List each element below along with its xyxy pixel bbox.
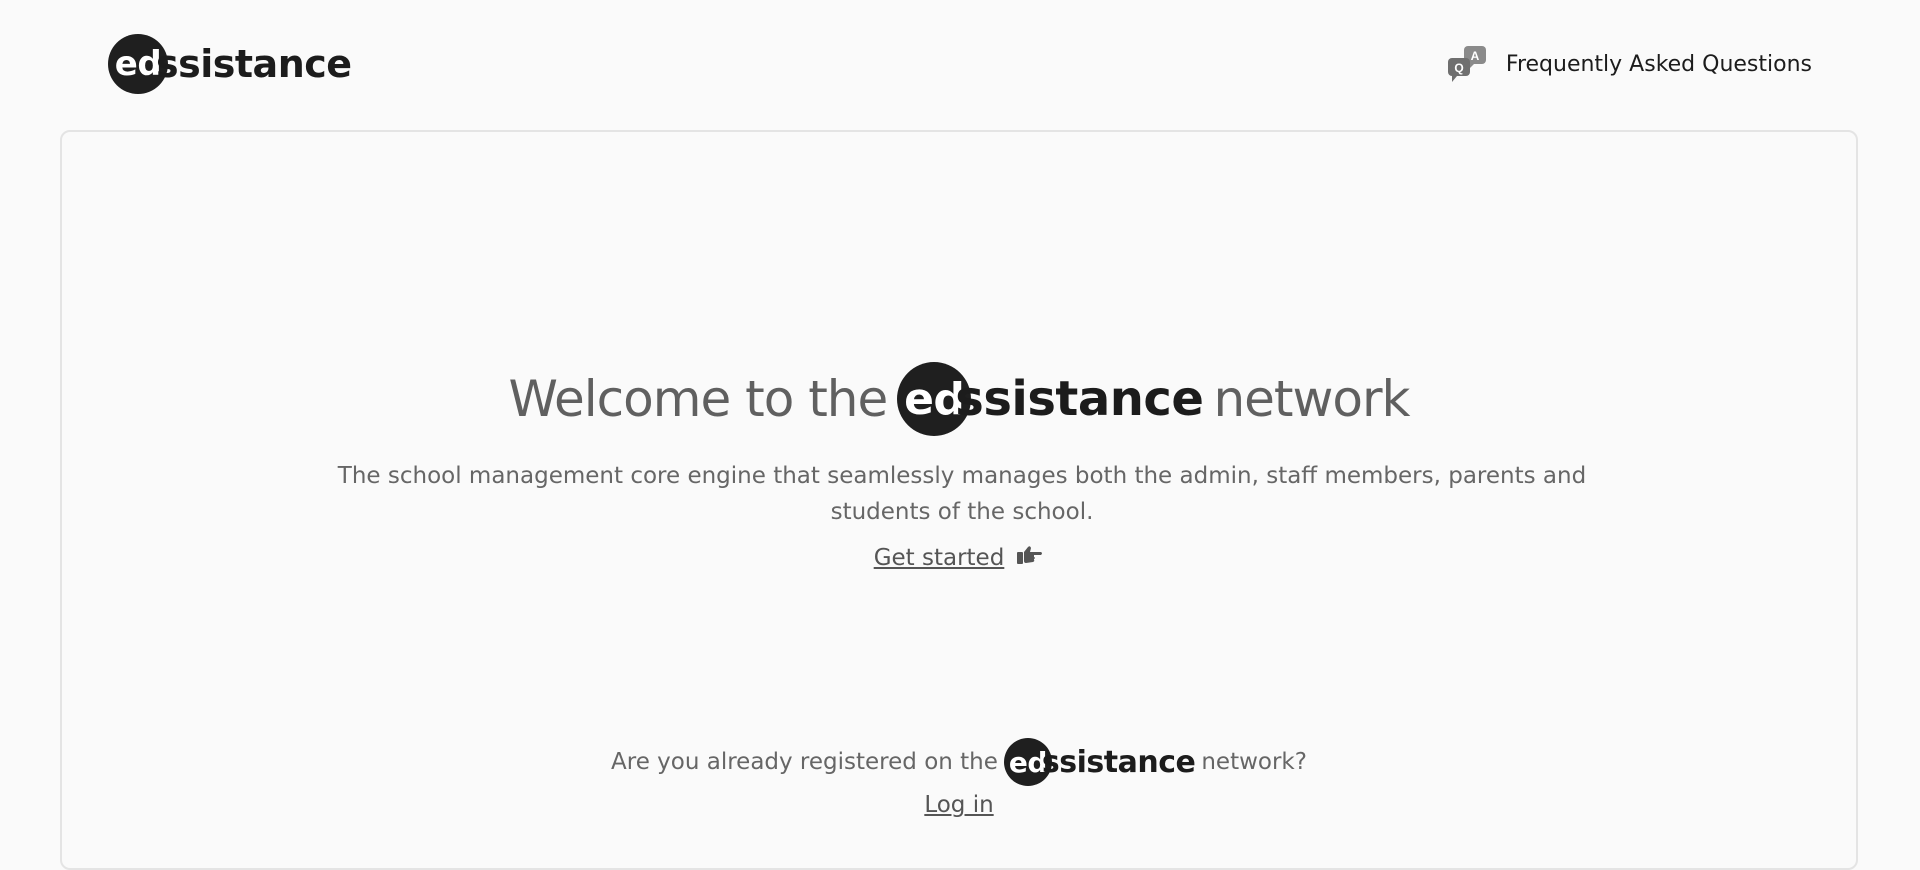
hero-logo-text: ssistance — [955, 371, 1204, 427]
faq-link[interactable]: A Q Frequently Asked Questions — [1446, 42, 1812, 86]
registered-prompt: Are you already registered on the ed ssi… — [62, 738, 1856, 786]
login-link[interactable]: Log in — [924, 792, 993, 818]
registered-prefix: Are you already registered on the — [611, 749, 998, 775]
hero-prefix: Welcome to the — [508, 370, 889, 428]
brand-logo-text: ssistance — [156, 42, 352, 86]
hero-heading: Welcome to the ed ssistance network — [62, 362, 1856, 436]
svg-text:Q: Q — [1454, 61, 1463, 75]
registered-suffix: network? — [1201, 749, 1307, 775]
qa-chat-icon: A Q — [1446, 44, 1488, 84]
hero-subtitle: The school management core engine that s… — [337, 463, 1587, 525]
hero-suffix: network — [1213, 370, 1410, 428]
registered-logo: ed ssistance — [1003, 738, 1196, 786]
get-started-link[interactable]: Get started — [874, 545, 1005, 571]
hero-logo: ed ssistance — [897, 362, 1204, 436]
svg-text:A: A — [1471, 49, 1480, 63]
faq-label: Frequently Asked Questions — [1505, 51, 1812, 77]
brand-logo[interactable]: ed ssistance — [108, 34, 352, 94]
hand-pointing-right-icon — [1016, 544, 1044, 572]
get-started-row: Get started — [62, 544, 1856, 572]
registered-logo-text: ssistance — [1041, 744, 1196, 780]
welcome-card: Welcome to the ed ssistance network The … — [60, 130, 1858, 870]
login-row: Log in — [62, 792, 1856, 818]
